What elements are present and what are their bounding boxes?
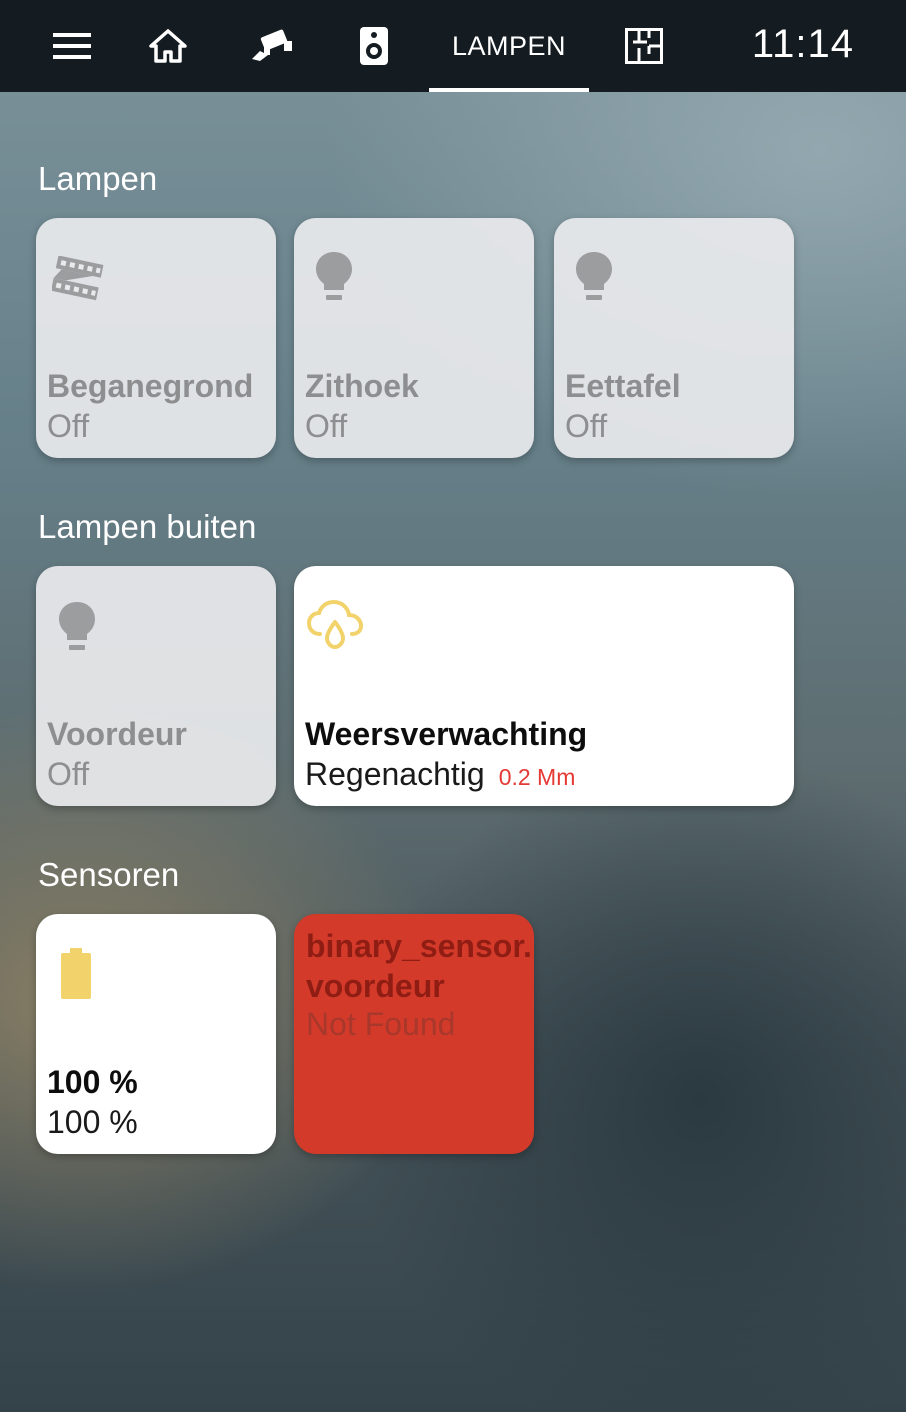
lightbulb-icon: [574, 250, 614, 311]
tile-battery[interactable]: 100 % 100 %: [36, 914, 276, 1154]
top-bar: LAMPEN 11:14: [0, 0, 906, 92]
lightbulb-icon: [314, 250, 354, 311]
tile-weersverwachting[interactable]: Weersverwachting Regenachtig 0.2 Mm: [294, 566, 794, 806]
tile-state: Off: [565, 408, 608, 444]
weather-condition: Regenachtig: [305, 756, 485, 792]
tile-beganegrond[interactable]: Beganegrond Off: [36, 218, 276, 458]
tab-home[interactable]: [136, 0, 200, 92]
tile-voordeur[interactable]: Voordeur Off: [36, 566, 276, 806]
speaker-icon: [359, 26, 389, 66]
tile-state: Off: [47, 756, 90, 792]
tile-zithoek[interactable]: Zithoek Off: [294, 218, 534, 458]
tile-name: Voordeur: [47, 716, 187, 752]
battery-icon: [60, 948, 92, 1005]
active-tab-indicator: [429, 88, 589, 92]
tile-state: Off: [305, 408, 348, 444]
tile-name: 100 %: [47, 1064, 138, 1100]
error-entity-id-line2: voordeur: [306, 968, 445, 1004]
menu-button[interactable]: [40, 0, 104, 92]
tab-lampen-label: LAMPEN: [451, 30, 567, 61]
section-title-lampen-buiten: Lampen buiten: [38, 508, 257, 545]
tab-cameras[interactable]: [240, 0, 304, 92]
film-strip-icon: [50, 255, 104, 307]
error-state: Not Found: [306, 1006, 456, 1042]
tab-lampen[interactable]: LAMPEN: [429, 0, 589, 92]
tile-state: Off: [47, 408, 90, 444]
cctv-camera-icon: [250, 29, 294, 63]
rain-cloud-icon: [306, 599, 364, 657]
tile-name: Zithoek: [305, 368, 419, 404]
section-title-lampen: Lampen: [38, 160, 158, 197]
tile-error-binary-sensor[interactable]: binary_sensor. voordeur Not Found: [294, 914, 534, 1154]
tile-eettafel[interactable]: Eettafel Off: [554, 218, 794, 458]
tile-name: Weersverwachting: [305, 716, 588, 752]
precipitation-value: 0.2 Mm: [498, 764, 576, 790]
tile-state: 100 %: [47, 1104, 138, 1140]
tile-name: Eettafel: [565, 368, 681, 404]
lightbulb-icon: [57, 600, 97, 661]
tab-media[interactable]: [342, 0, 406, 92]
floorplan-icon: [625, 28, 663, 64]
menu-icon: [53, 32, 91, 60]
error-entity-id-line1: binary_sensor.: [306, 928, 532, 964]
clock: 11:14: [751, 21, 854, 66]
section-title-sensoren: Sensoren: [38, 856, 180, 893]
tile-state: Regenachtig 0.2 Mm: [305, 756, 575, 793]
tile-name: Beganegrond: [47, 368, 254, 404]
home-icon: [148, 28, 188, 64]
error-entity-id: binary_sensor. voordeur: [306, 926, 532, 1006]
tab-floorplan[interactable]: [612, 0, 676, 92]
